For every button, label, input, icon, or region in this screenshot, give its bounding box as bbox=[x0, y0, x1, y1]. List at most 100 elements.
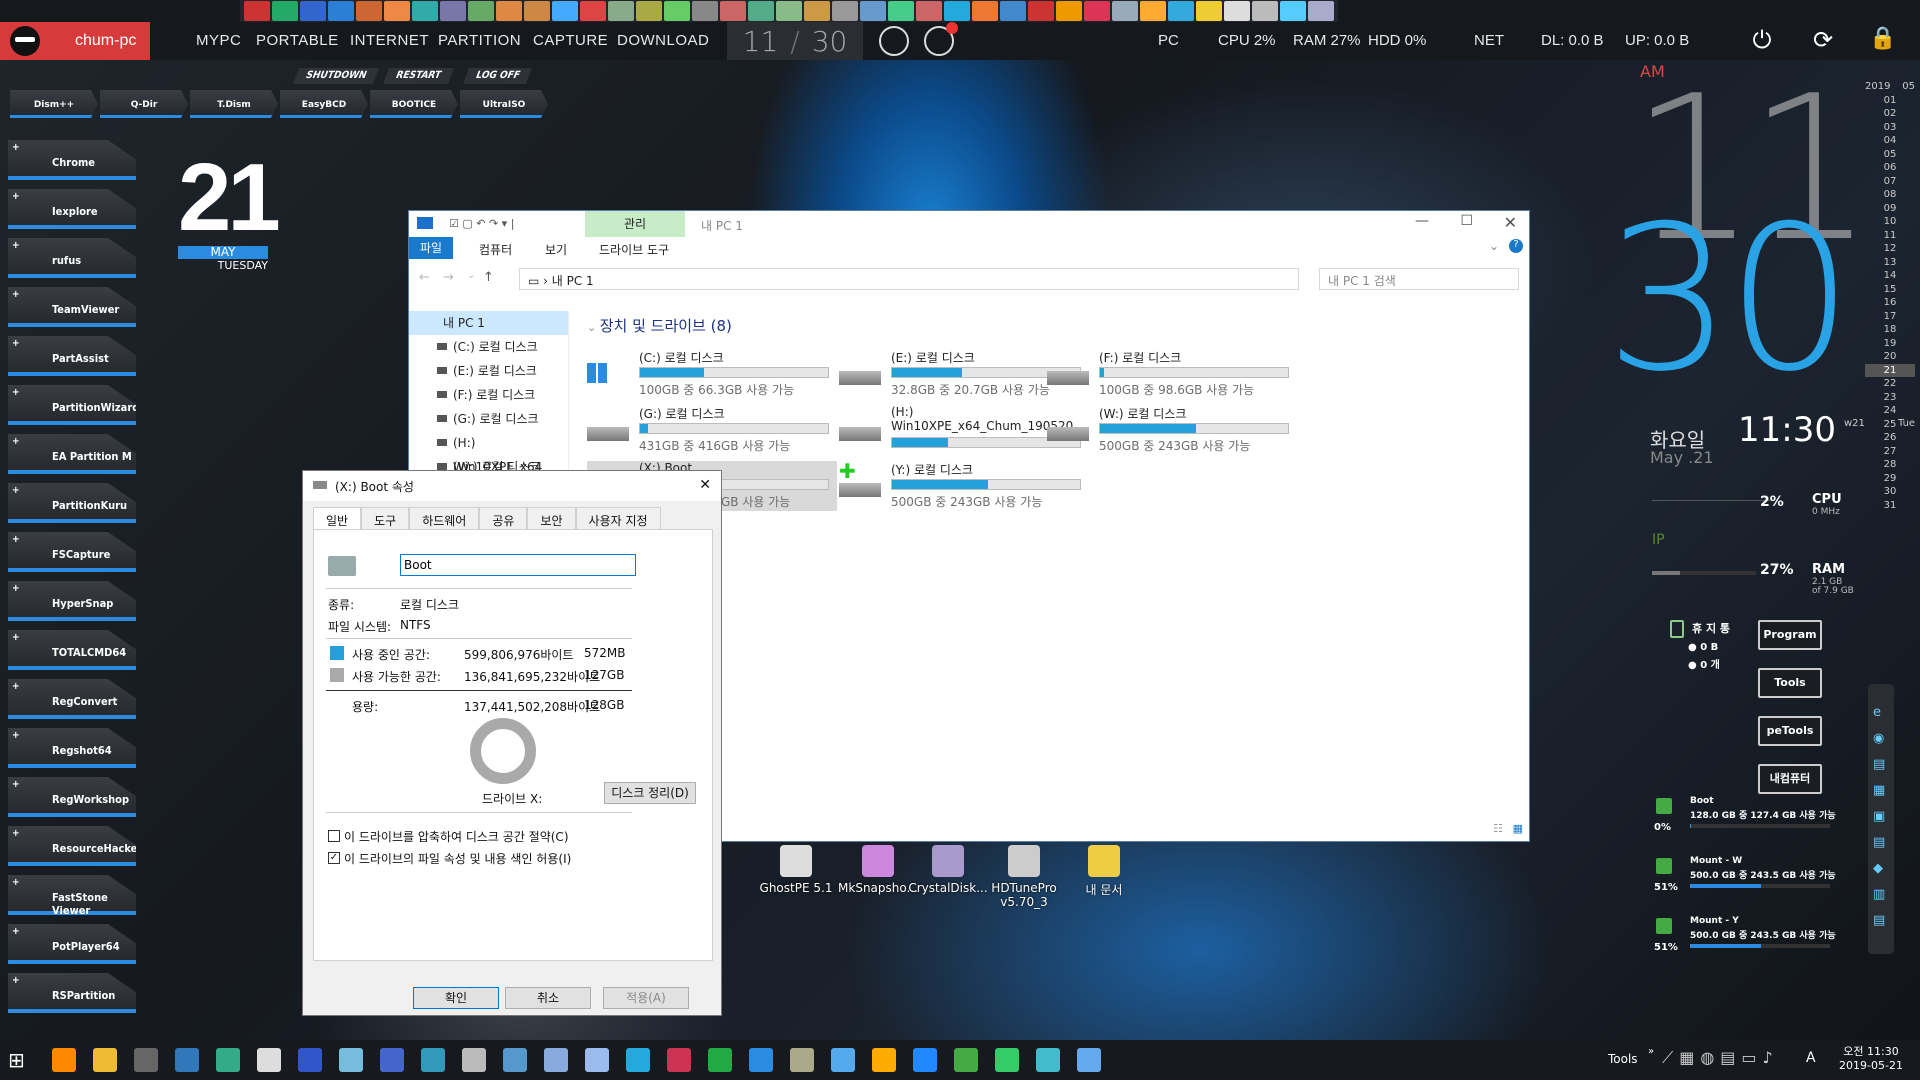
launcher-resourcehacker[interactable]: + ResourceHacker bbox=[8, 826, 136, 866]
drive-tile[interactable]: (W:) 로컬 디스크 500GB 중 243GB 사용 가능 bbox=[1047, 405, 1297, 453]
quick-launch-icon[interactable] bbox=[1308, 1, 1334, 21]
restart-button[interactable]: RESTART bbox=[383, 68, 454, 84]
tree-item-e[interactable]: (E:) 로컬 디스크 bbox=[409, 359, 568, 383]
desktop-icon[interactable]: GhostPE 5.1 bbox=[756, 845, 836, 895]
tray-expand-icon[interactable]: » bbox=[1648, 1046, 1654, 1057]
launcher-partitionwizard[interactable]: + PartitionWizard bbox=[8, 385, 136, 425]
wifi-icon[interactable] bbox=[667, 1048, 691, 1072]
drive-tile[interactable]: (C:) 로컬 디스크 100GB 중 66.3GB 사용 가능 bbox=[587, 349, 837, 397]
quick-launch-icon[interactable] bbox=[356, 1, 382, 21]
dialog-titlebar[interactable]: (X:) Boot 속성 ✕ bbox=[303, 471, 721, 501]
tab-drive-tools[interactable]: 드라이브 도구 bbox=[599, 241, 669, 258]
quick-launch-icon[interactable] bbox=[860, 1, 886, 21]
quick-launch-icon[interactable] bbox=[440, 1, 466, 21]
quick-launch-icon[interactable] bbox=[468, 1, 494, 21]
edge-icon[interactable] bbox=[954, 1048, 978, 1072]
tree-item-h[interactable]: (H:) Win10XPE_x64 bbox=[409, 431, 568, 474]
launcher-totalcmd64[interactable]: + TOTALCMD64 bbox=[8, 630, 136, 670]
launcher-rufus[interactable]: + rufus bbox=[8, 238, 136, 278]
quick-launch-icon[interactable] bbox=[1112, 1, 1138, 21]
launcher-potplayer64[interactable]: + PotPlayer64 bbox=[8, 924, 136, 964]
quick-launch-icon[interactable] bbox=[384, 1, 410, 21]
gear-icon[interactable] bbox=[790, 1048, 814, 1072]
expand-ribbon-icon[interactable]: ⌄ bbox=[1489, 239, 1499, 253]
floppy-icon[interactable] bbox=[380, 1048, 404, 1072]
nav-download[interactable]: DOWNLOAD bbox=[617, 32, 709, 49]
launcher-iexplore[interactable]: + Iexplore bbox=[8, 189, 136, 229]
nav-internet[interactable]: INTERNET bbox=[350, 32, 429, 49]
mail-icon[interactable] bbox=[924, 22, 958, 56]
nav-portable[interactable]: PORTABLE bbox=[256, 32, 339, 49]
quick-launch-icon[interactable] bbox=[1252, 1, 1278, 21]
edit-icon[interactable] bbox=[462, 1048, 486, 1072]
quick-launch-icon[interactable] bbox=[1000, 1, 1026, 21]
help-icon[interactable]: ? bbox=[1509, 239, 1523, 253]
shutdown-button[interactable]: SHUTDOWN bbox=[293, 68, 379, 84]
petools-button[interactable]: peTools bbox=[1758, 716, 1822, 746]
apply-button[interactable]: 적용(A) bbox=[603, 987, 689, 1009]
search-input[interactable]: 내 PC 1 검색 bbox=[1319, 268, 1519, 290]
dock-icons[interactable]: e ◉ ▤ ▦ ▣ ▤ ◆ ▥ ▤ bbox=[1873, 700, 1889, 934]
nav-capture[interactable]: CAPTURE bbox=[533, 32, 608, 49]
close-button[interactable]: ✕ bbox=[1504, 213, 1517, 232]
quick-launch-icon[interactable] bbox=[748, 1, 774, 21]
network2-icon[interactable] bbox=[831, 1048, 855, 1072]
tab-view[interactable]: 보기 bbox=[545, 241, 567, 258]
dialog-close-icon[interactable]: ✕ bbox=[699, 477, 711, 493]
keyboard-icon[interactable] bbox=[257, 1048, 281, 1072]
user-badge[interactable]: chum-pc bbox=[0, 22, 150, 60]
calc-icon[interactable] bbox=[872, 1048, 896, 1072]
vm-icon[interactable] bbox=[421, 1048, 445, 1072]
tab-computer[interactable]: 컴퓨터 bbox=[479, 241, 512, 258]
quick-launch-icon[interactable] bbox=[720, 1, 746, 21]
tray-icons[interactable]: ⟋▦◍▤▭♪ bbox=[1662, 1048, 1779, 1068]
launcher-ea-partition-m[interactable]: + EA Partition M bbox=[8, 434, 136, 474]
quick-launch-icon[interactable] bbox=[552, 1, 578, 21]
back-icon[interactable]: ← bbox=[419, 270, 430, 285]
ppt-icon[interactable] bbox=[708, 1048, 732, 1072]
launcher-teamviewer[interactable]: + TeamViewer bbox=[8, 287, 136, 327]
quick-launch-icon[interactable] bbox=[692, 1, 718, 21]
quick-launch-icon[interactable] bbox=[1168, 1, 1194, 21]
cmd-icon[interactable] bbox=[134, 1048, 158, 1072]
chat-icon[interactable] bbox=[544, 1048, 568, 1072]
quick-launch-icon[interactable] bbox=[580, 1, 606, 21]
quick-launch-icon[interactable] bbox=[1056, 1, 1082, 21]
pc-icon[interactable] bbox=[1077, 1048, 1101, 1072]
minimize-button[interactable]: — bbox=[1415, 213, 1429, 229]
quick-launch-icon[interactable] bbox=[916, 1, 942, 21]
tool-ultraiso[interactable]: UltraISO bbox=[460, 90, 548, 118]
monitor-icon[interactable] bbox=[626, 1048, 650, 1072]
nav-partition[interactable]: PARTITION bbox=[438, 32, 521, 49]
clover-icon[interactable] bbox=[1036, 1048, 1060, 1072]
lock-icon[interactable]: 🔒 bbox=[1868, 26, 1898, 56]
quick-launch-icon[interactable] bbox=[888, 1, 914, 21]
quick-launch-icon[interactable] bbox=[832, 1, 858, 21]
quick-launch-icon[interactable] bbox=[972, 1, 998, 21]
chrome-icon[interactable] bbox=[995, 1048, 1019, 1072]
quick-launch-icon[interactable] bbox=[300, 1, 326, 21]
quick-launch-icon[interactable] bbox=[636, 1, 662, 21]
tool-easybcd[interactable]: EasyBCD bbox=[280, 90, 368, 118]
details-view-icon[interactable]: ☷ bbox=[1493, 822, 1503, 835]
qat-icons[interactable]: ☑ ▢ ↶ ↷ ▾ | bbox=[449, 217, 514, 230]
tools-button[interactable]: Tools bbox=[1758, 668, 1822, 698]
maximize-button[interactable]: ☐ bbox=[1460, 213, 1473, 229]
quick-launch-icon[interactable] bbox=[1028, 1, 1054, 21]
folder-icon[interactable] bbox=[93, 1048, 117, 1072]
quick-launch-icon[interactable] bbox=[664, 1, 690, 21]
drive-tile[interactable]: ✚ (Y:) 로컬 디스크 500GB 중 243GB 사용 가능 bbox=[839, 459, 1089, 509]
desktop-icon[interactable]: 내 문서 bbox=[1064, 845, 1144, 898]
manage-tab[interactable]: 관리 bbox=[585, 211, 685, 237]
tool-qdir[interactable]: Q-Dir bbox=[100, 90, 188, 118]
launcher-fscapture[interactable]: + FSCapture bbox=[8, 532, 136, 572]
explorer-titlebar[interactable]: ☑ ▢ ↶ ↷ ▾ | 관리 내 PC 1 — ☐ ✕ bbox=[409, 211, 1529, 237]
forward-icon[interactable]: → bbox=[443, 270, 454, 285]
program-button[interactable]: Program bbox=[1758, 620, 1822, 650]
quick-launch-icon[interactable] bbox=[1140, 1, 1166, 21]
quick-launch-icon[interactable] bbox=[804, 1, 830, 21]
recycle-bin-icon[interactable] bbox=[1670, 620, 1684, 638]
tool-bootice[interactable]: BOOTICE bbox=[370, 90, 458, 118]
window-icon[interactable] bbox=[175, 1048, 199, 1072]
tree-item-c[interactable]: (C:) 로컬 디스크 bbox=[409, 335, 568, 359]
